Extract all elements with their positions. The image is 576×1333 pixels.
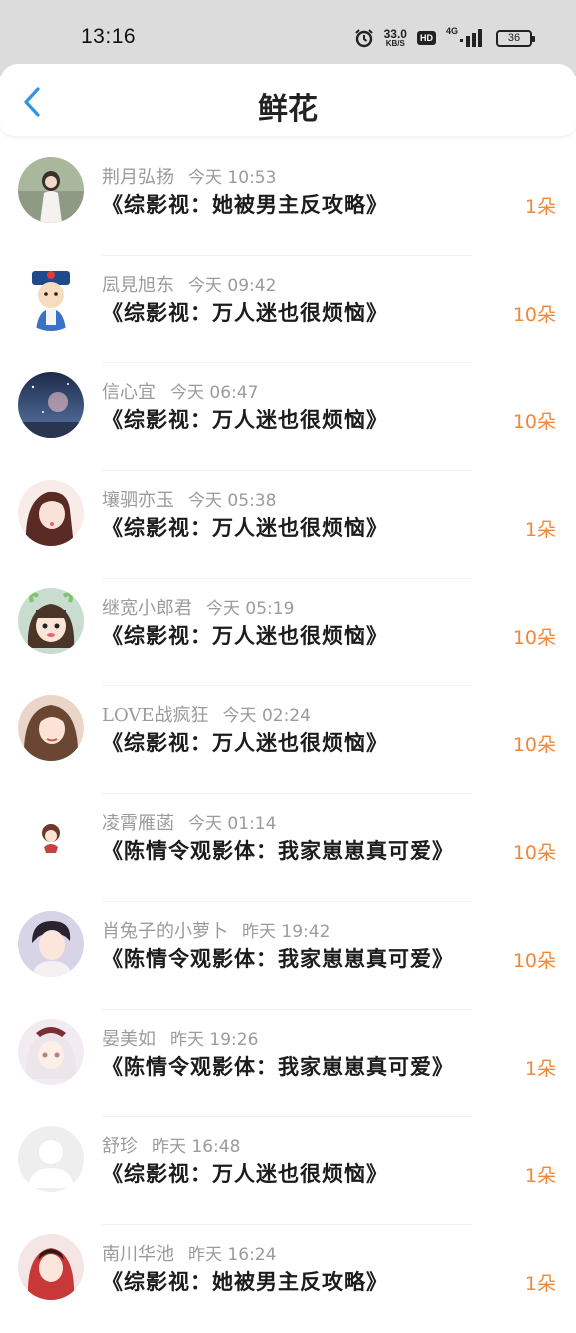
book-title: 《综影视：她被男主反攻略》	[102, 192, 388, 217]
net-speed-unit: KB/S	[385, 39, 405, 48]
book-title: 《综影视：万人迷也很烦恼》	[102, 1161, 388, 1187]
row-meta: 凨見旭东 今天 09:42	[102, 271, 276, 297]
row-meta: LOVE战疯狂 今天 02:24	[102, 701, 311, 727]
row-meta: 凌霄雁菡 今天 01:14	[102, 809, 276, 835]
list-item[interactable]: 荆月弘扬 今天 10:53 《综影视：她被男主反攻略》 1朵	[0, 148, 576, 256]
list-item[interactable]: 凨見旭东 今天 09:42 《综影视：万人迷也很烦恼》 10朵	[0, 256, 576, 364]
list-item[interactable]: 凌霄雁菡 今天 01:14 《陈情令观影体：我家崽崽真可爱》 10朵	[0, 794, 576, 902]
avatar	[18, 910, 84, 977]
user-name: 肖兔子的小萝卜	[102, 920, 228, 942]
list-item[interactable]: 继宽小郎君 今天 05:19 《综影视：万人迷也很烦恼》 10朵	[0, 579, 576, 687]
timestamp: 昨天 19:42	[242, 921, 331, 942]
battery-indicator: 36	[496, 29, 535, 47]
row-meta: 晏美如 昨天 19:26	[102, 1025, 258, 1051]
status-icons: 33.0 KB/S HD 4G 36	[354, 24, 535, 52]
row-meta: 继宽小郎君 今天 05:19	[102, 594, 294, 620]
timestamp: 昨天 16:24	[188, 1244, 277, 1265]
book-title: 《综影视：万人迷也很烦恼》	[102, 622, 388, 648]
timestamp: 今天 02:24	[222, 706, 311, 727]
net-speed: 33.0 KB/S	[384, 28, 407, 48]
book-title: 《综影视：万人迷也很烦恼》	[102, 730, 388, 756]
flower-count: 1朵	[524, 1165, 556, 1188]
user-name: 舒珍	[102, 1136, 138, 1158]
book-title: 《陈情令观影体：我家崽崽真可爱》	[102, 945, 454, 971]
avatar	[18, 1126, 84, 1193]
avatar	[18, 372, 84, 439]
row-meta: 南川华池 昨天 16:24	[102, 1240, 276, 1266]
avatar	[18, 480, 84, 547]
flower-count: 1朵	[524, 1272, 556, 1295]
flower-count: 1朵	[524, 519, 556, 542]
user-name: 荆月弘扬	[102, 167, 174, 188]
timestamp: 今天 01:14	[188, 814, 277, 835]
list-item[interactable]: 南川华池 昨天 16:24 《综影视：她被男主反攻略》 1朵	[0, 1225, 576, 1333]
timestamp: 今天 09:42	[188, 275, 277, 296]
alarm-icon	[354, 29, 373, 48]
row-meta: 肖兔子的小萝卜 昨天 19:42	[102, 917, 330, 943]
status-time: 13:16	[81, 25, 137, 48]
avatar	[18, 157, 84, 223]
book-title: 《综影视：她被男主反攻略》	[102, 1268, 388, 1294]
avatar	[18, 264, 84, 331]
avatar	[18, 1018, 84, 1085]
list-item[interactable]: 肖兔子的小萝卜 昨天 19:42 《陈情令观影体：我家崽崽真可爱》 10朵	[0, 902, 576, 1010]
book-title: 《陈情令观影体：我家崽崽真可爱》	[102, 838, 454, 864]
flower-count: 1朵	[524, 1057, 556, 1080]
avatar	[18, 803, 84, 870]
avatar	[18, 587, 84, 654]
timestamp: 今天 05:19	[206, 598, 295, 619]
list-item[interactable]: 信心宜 今天 06:47 《综影视：万人迷也很烦恼》 10朵	[0, 363, 576, 472]
hd-badge: HD	[416, 31, 436, 45]
book-title: 《综影视：万人迷也很烦恼》	[102, 407, 388, 433]
network-type: 4G	[445, 26, 458, 36]
book-title: 《综影视：万人迷也很烦恼》	[102, 515, 388, 541]
timestamp: 昨天 19:26	[170, 1029, 259, 1050]
user-name: 信心宜	[102, 382, 156, 404]
timestamp: 昨天 16:48	[152, 1137, 241, 1158]
avatar	[18, 695, 84, 762]
flower-count: 10朵	[512, 626, 556, 649]
flower-count: 10朵	[512, 411, 556, 434]
list-item[interactable]: 舒珍 昨天 16:48 《综影视：万人迷也很烦恼》 1朵	[0, 1117, 576, 1225]
list-item[interactable]: LOVE战疯狂 今天 02:24 《综影视：万人迷也很烦恼》 10朵	[0, 686, 576, 795]
user-name: 凌霄雁菡	[102, 813, 174, 835]
flower-count: 10朵	[512, 734, 556, 757]
timestamp: 今天 05:38	[188, 491, 277, 512]
user-name: 南川华池	[102, 1243, 174, 1265]
row-meta: 荆月弘扬 今天 10:53	[102, 163, 276, 189]
list-item[interactable]: 壤驷亦玉 今天 05:38 《综影视：万人迷也很烦恼》 1朵	[0, 471, 576, 579]
row-meta: 信心宜 今天 06:47	[102, 378, 258, 404]
user-name: 晏美如	[102, 1028, 156, 1050]
user-name: 凨見旭东	[102, 274, 174, 296]
row-meta: 舒珍 昨天 16:48	[102, 1132, 240, 1158]
book-title: 《综影视：万人迷也很烦恼》	[102, 299, 388, 325]
user-name: 壤驷亦玉	[102, 490, 174, 512]
signal-icon	[460, 29, 482, 47]
flower-count: 10朵	[512, 303, 556, 326]
timestamp: 今天 10:53	[188, 168, 277, 188]
flower-count: 1朵	[524, 196, 556, 218]
timestamp: 今天 06:47	[170, 383, 259, 404]
page-title: 鲜花	[258, 92, 318, 127]
user-name: LOVE战疯狂	[102, 705, 209, 727]
row-meta: 壤驷亦玉 今天 05:38	[102, 486, 276, 512]
app-header: 鲜花	[0, 64, 576, 136]
avatar	[18, 1233, 84, 1300]
flower-count: 10朵	[512, 842, 556, 865]
user-name: 继宽小郎君	[102, 597, 192, 619]
book-title: 《陈情令观影体：我家崽崽真可爱》	[102, 1053, 454, 1079]
flower-list: 荆月弘扬 今天 10:53 《综影视：她被男主反攻略》 1朵 凨見旭东 今天 09:…	[0, 148, 576, 1333]
flower-count: 10朵	[512, 949, 556, 972]
list-item[interactable]: 晏美如 昨天 19:26 《陈情令观影体：我家崽崽真可爱》 1朵	[0, 1010, 576, 1118]
